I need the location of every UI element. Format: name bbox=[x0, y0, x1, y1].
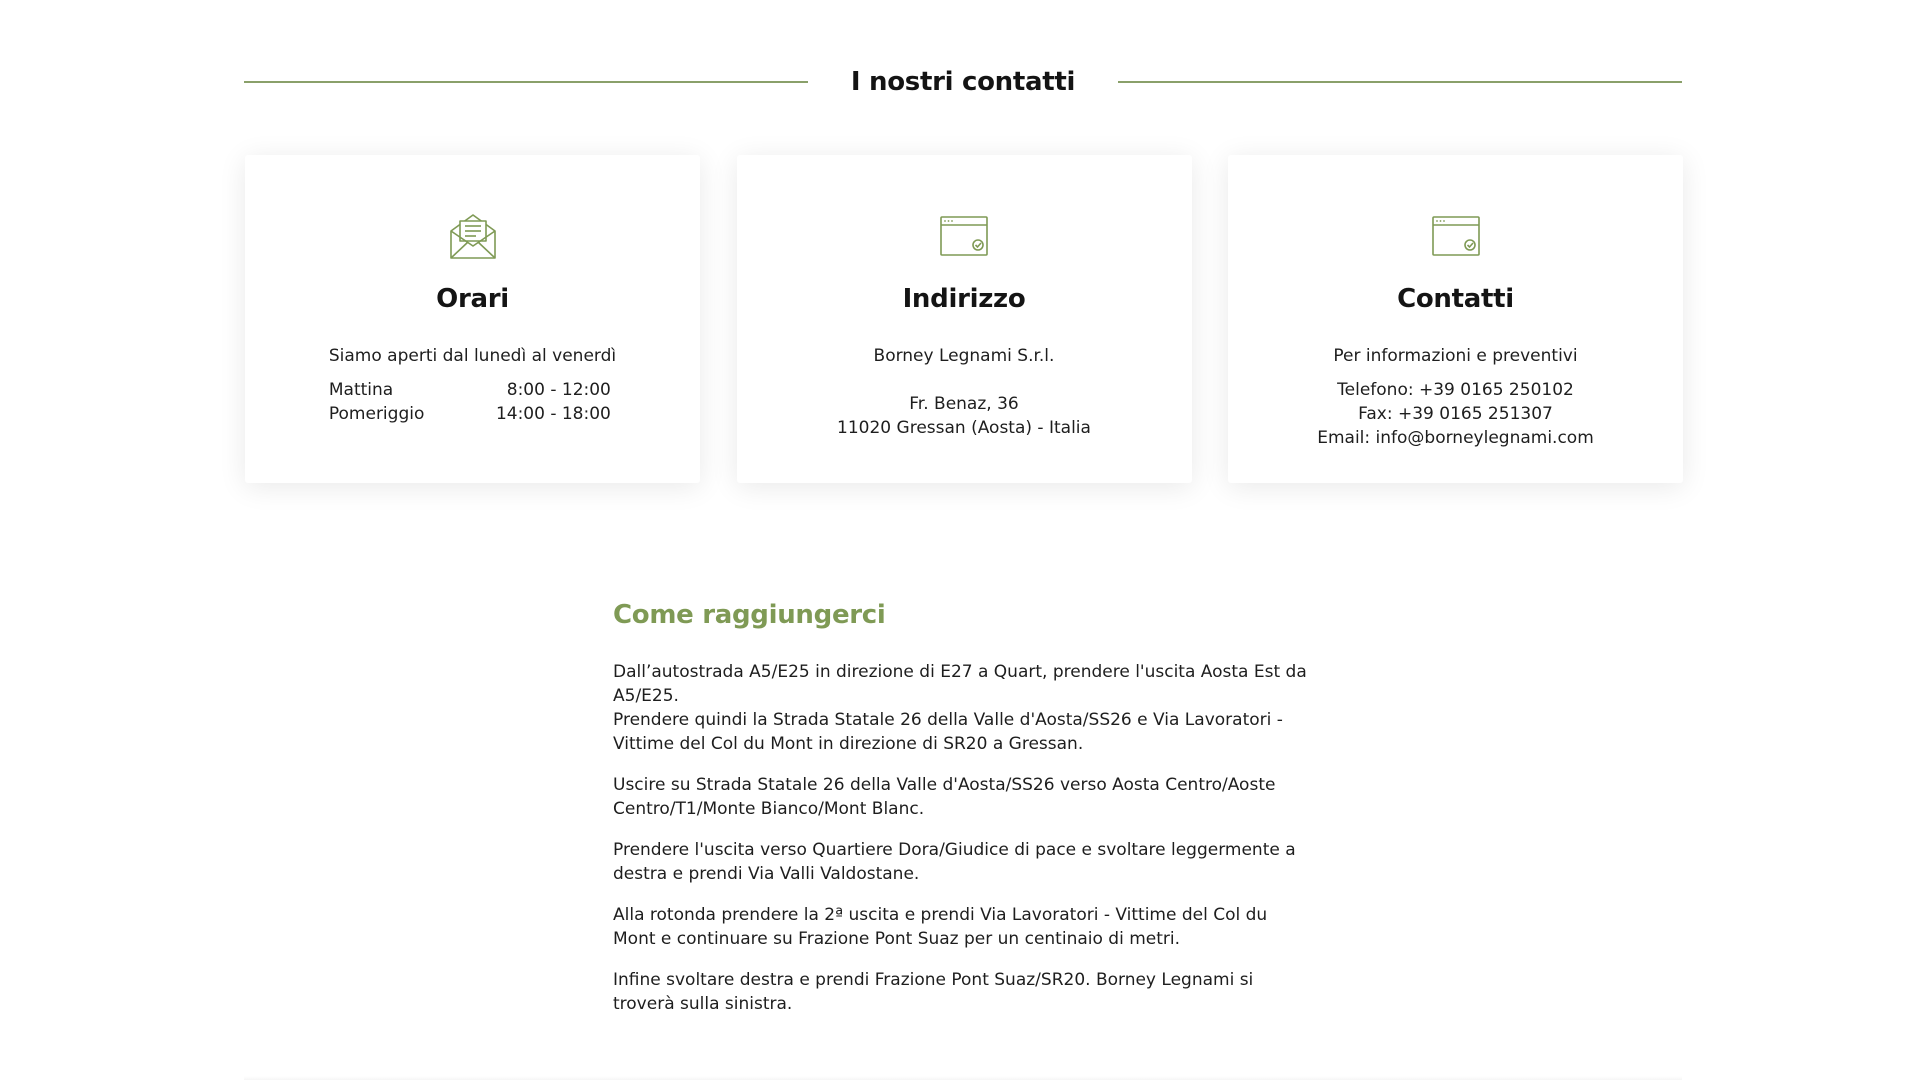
footer-shadow bbox=[244, 1076, 1682, 1080]
hours-label: Mattina bbox=[328, 380, 394, 400]
directions-line: Prendere quindi la Strada Statale 26 del… bbox=[613, 710, 1283, 754]
browser-window-check-icon bbox=[938, 210, 990, 262]
card-indirizzo: Indirizzo Borney Legnami S.r.l. Fr. Bena… bbox=[736, 155, 1192, 483]
header-rule-right bbox=[1118, 81, 1682, 83]
browser-window-check-icon bbox=[1430, 210, 1482, 262]
contacts-intro: Per informazioni e preventivi bbox=[1333, 346, 1578, 366]
section-header: I nostri contatti bbox=[244, 62, 1682, 102]
directions-paragraph: Alla rotonda prendere la 2ª uscita e pre… bbox=[613, 905, 1268, 949]
hours-time: 8:00 - 12:00 bbox=[506, 380, 611, 400]
address-street: Fr. Benaz, 36 bbox=[909, 394, 1019, 414]
hours-time: 14:00 - 18:00 bbox=[495, 404, 611, 424]
hours-label: Pomeriggio bbox=[328, 404, 425, 424]
directions-paragraph: Prendere l'uscita verso Quartiere Dora/G… bbox=[613, 840, 1296, 884]
card-orari: Orari Siamo aperti dal lunedì al venerdì… bbox=[245, 155, 700, 483]
header-rule-left bbox=[244, 81, 808, 83]
contacts-page: I nostri contatti Orari Siamo aperti dal… bbox=[0, 0, 1920, 1080]
card-title-contatti: Contatti bbox=[1397, 284, 1514, 314]
email-link[interactable]: Email: info@borneylegnami.com bbox=[1317, 426, 1594, 450]
envelope-open-icon bbox=[447, 210, 499, 262]
card-contatti: Contatti Per informazioni e preventivi T… bbox=[1228, 155, 1683, 483]
contact-cards: Orari Siamo aperti dal lunedì al venerdì… bbox=[245, 155, 1683, 483]
hours-table: Mattina 8:00 - 12:00 Pomeriggio 14:00 - … bbox=[329, 378, 611, 426]
card-body-indirizzo: Borney Legnami S.r.l. Fr. Benaz, 36 1102… bbox=[837, 344, 1091, 440]
directions-paragraph: Uscire su Strada Statale 26 della Valle … bbox=[613, 775, 1276, 819]
directions-paragraph: Infine svoltare destra e prendi Frazione… bbox=[613, 970, 1254, 1014]
address-city: 11020 Gressan (Aosta) - Italia bbox=[837, 418, 1091, 438]
card-body-contatti: Per informazioni e preventivi Telefono: … bbox=[1317, 344, 1594, 450]
directions-line: Dall’autostrada A5/E25 in direzione di E… bbox=[613, 662, 1307, 706]
fax-number: Fax: +39 0165 251307 bbox=[1358, 404, 1553, 424]
directions-paragraph: Dall’autostrada A5/E25 in direzione di E… bbox=[613, 660, 1313, 756]
hours-intro: Siamo aperti dal lunedì al venerdì bbox=[328, 346, 617, 366]
phone-number[interactable]: Telefono: +39 0165 250102 bbox=[1317, 378, 1594, 402]
company-name: Borney Legnami S.r.l. bbox=[873, 346, 1055, 366]
card-title-indirizzo: Indirizzo bbox=[902, 284, 1026, 314]
section-title: I nostri contatti bbox=[850, 67, 1076, 97]
card-title-orari: Orari bbox=[436, 284, 509, 314]
card-body-orari: Siamo aperti dal lunedì al venerdì Matti… bbox=[329, 344, 616, 426]
hours-row-afternoon: Pomeriggio 14:00 - 18:00 bbox=[329, 402, 611, 426]
hours-row-morning: Mattina 8:00 - 12:00 bbox=[329, 378, 611, 402]
directions-title: Come raggiungerci bbox=[613, 600, 886, 630]
directions-section: Come raggiungerci Dall’autostrada A5/E25… bbox=[613, 600, 1313, 1033]
